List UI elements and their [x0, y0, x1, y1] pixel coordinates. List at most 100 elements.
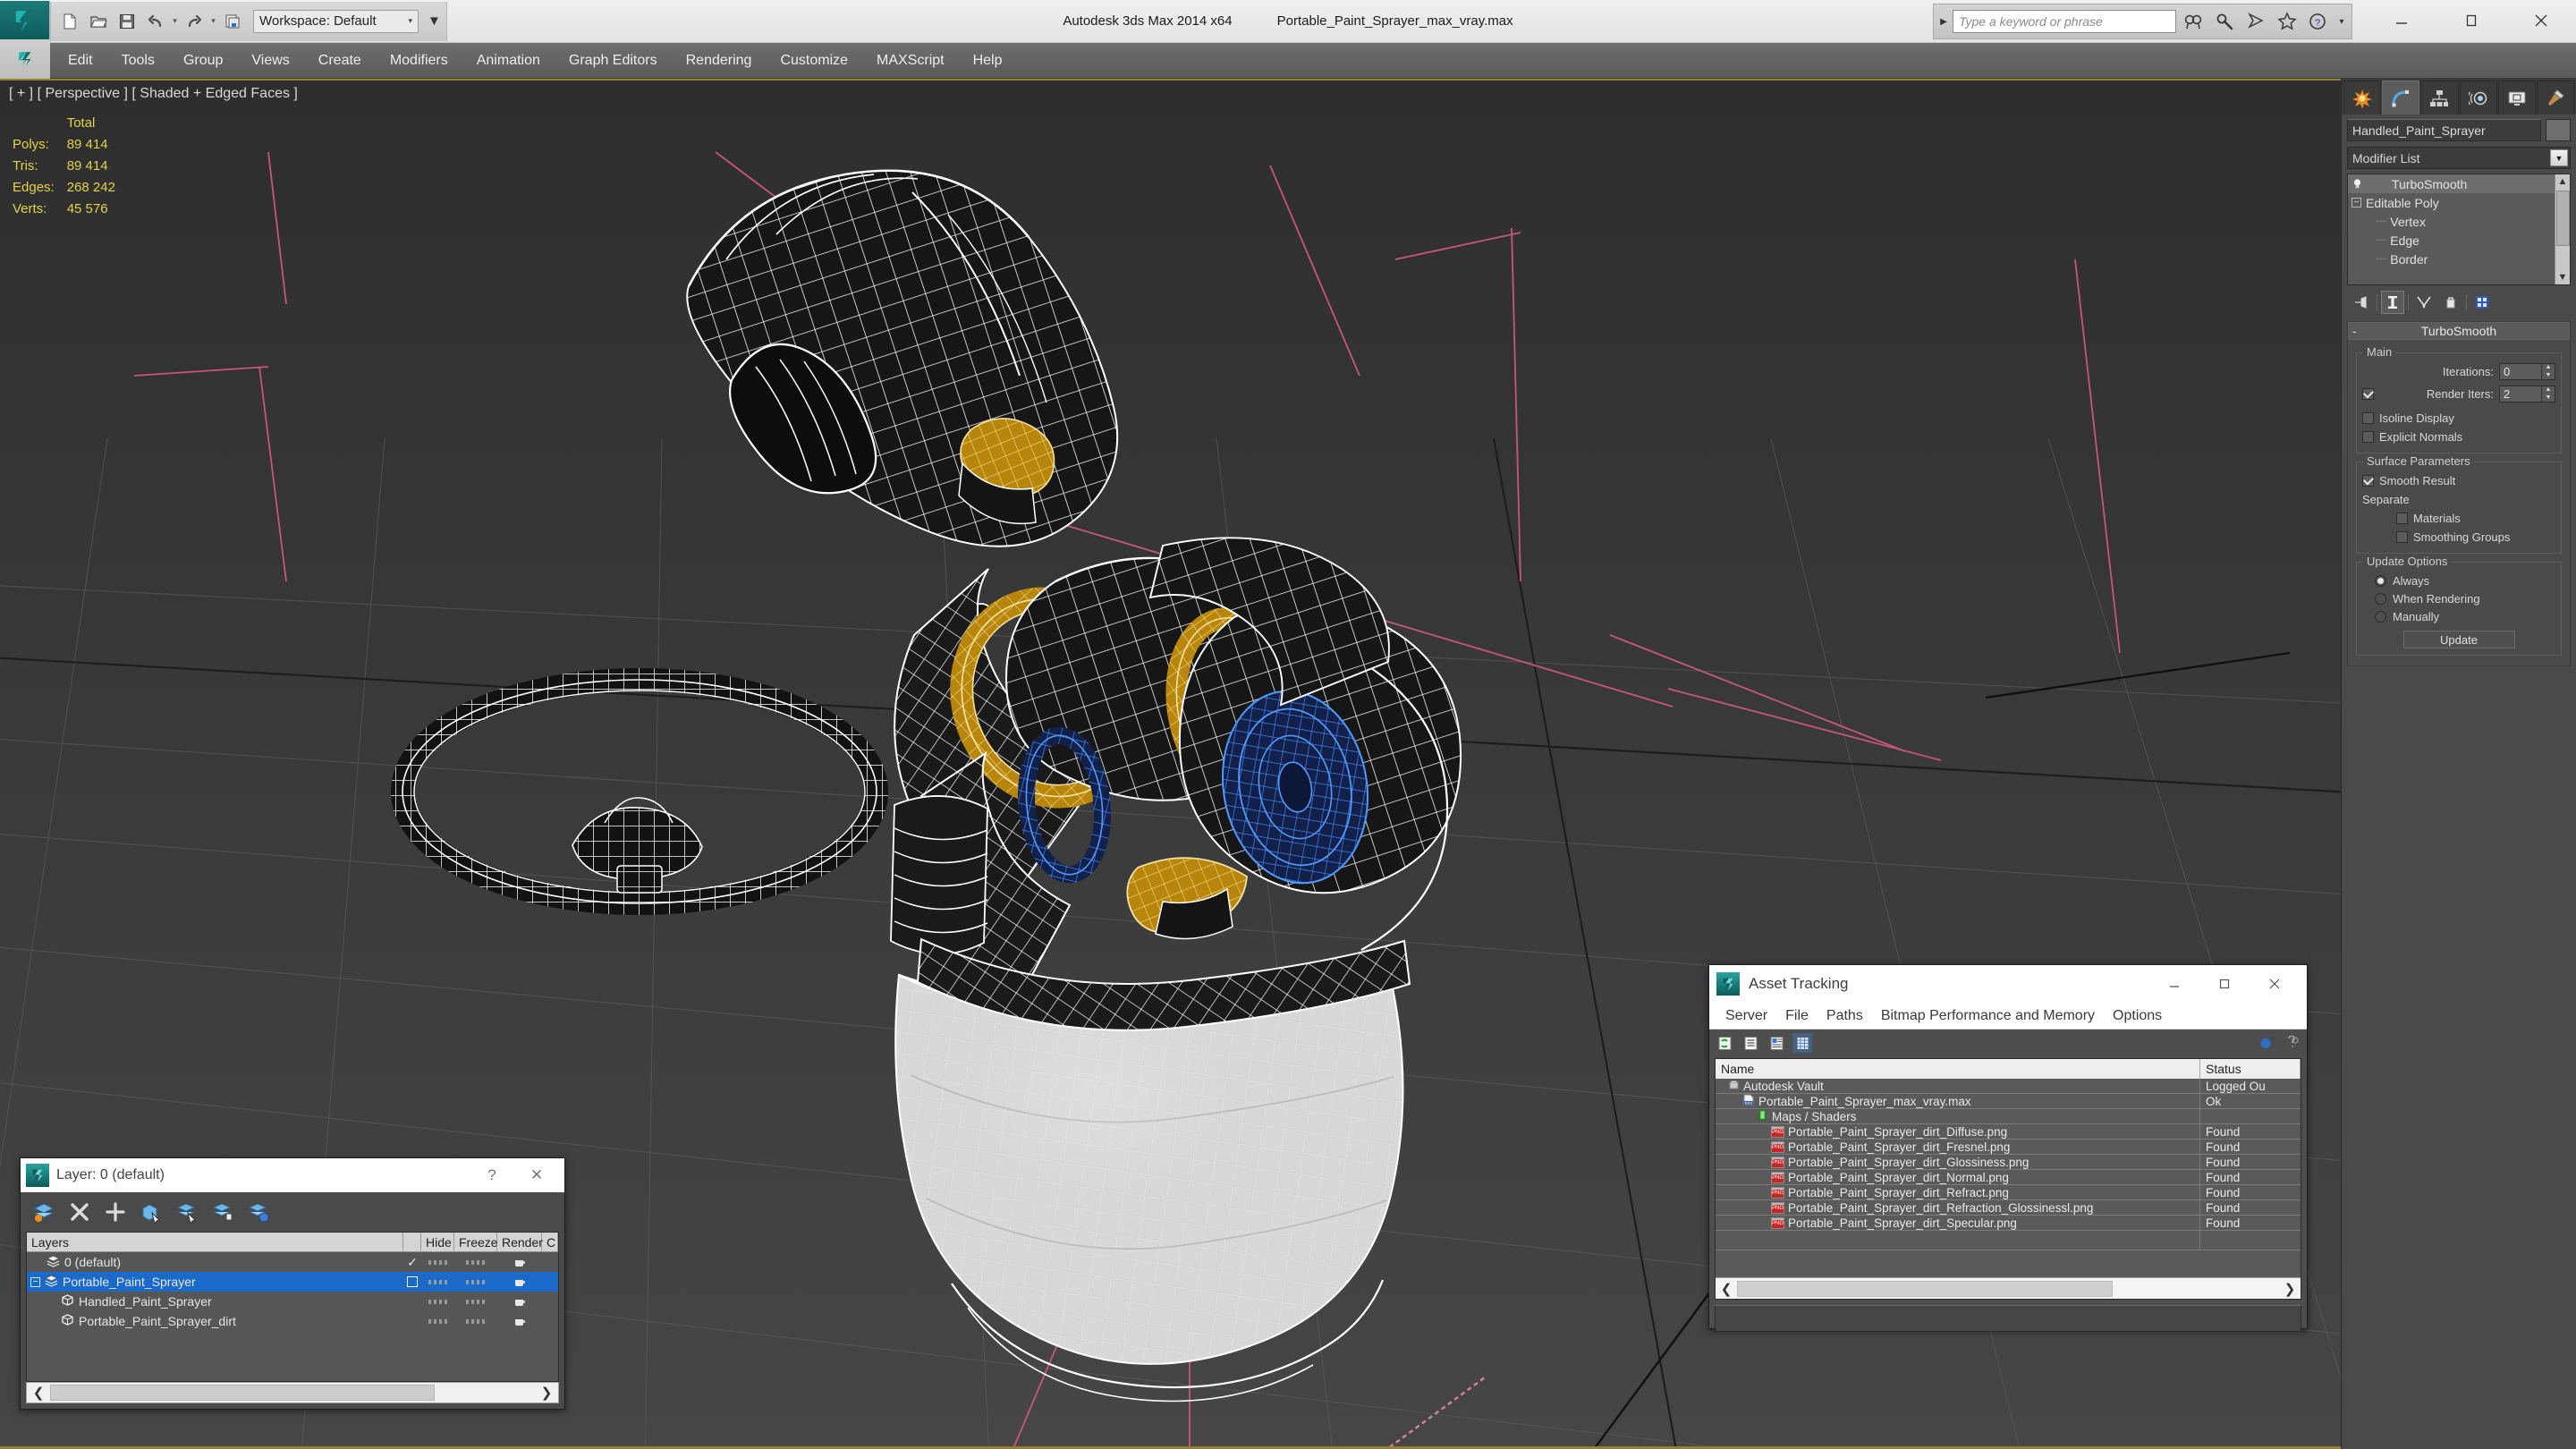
asset-horizontal-scrollbar[interactable]: ❮ ❯ — [1716, 1277, 2301, 1299]
update-always-row[interactable]: Always — [2362, 572, 2555, 589]
separate-smoothing-groups-row[interactable]: Smoothing Groups — [2362, 528, 2555, 547]
scroll-right-icon[interactable]: ❯ — [535, 1385, 558, 1401]
modifier-stack-item-vertex[interactable]: ┈┈ Vertex — [2348, 212, 2555, 231]
show-end-result-icon[interactable] — [2381, 291, 2404, 314]
search-input[interactable]: Type a keyword or phrase — [1953, 10, 2176, 33]
scroll-left-icon[interactable]: ❮ — [27, 1385, 50, 1401]
create-new-layer-icon[interactable] — [30, 1198, 58, 1226]
display-tab[interactable] — [2498, 80, 2536, 114]
detail-view-icon[interactable] — [1767, 1033, 1786, 1053]
motion-tab[interactable] — [2460, 80, 2497, 114]
separate-materials-row[interactable]: Materials — [2362, 509, 2555, 528]
modify-tab[interactable] — [2382, 80, 2419, 114]
maximize-icon[interactable] — [2199, 966, 2250, 1002]
undo-icon[interactable] — [142, 8, 169, 35]
layer-hide-toggle[interactable] — [421, 1260, 454, 1265]
select-objects-in-layer-icon[interactable] — [137, 1198, 165, 1226]
asset-row-fresnel[interactable]: Portable_Paint_Sprayer_dirt_Fresnel.png … — [1716, 1140, 2301, 1155]
layer-row-portable-paint-sprayer-dirt[interactable]: Portable_Paint_Sprayer_dirt — [27, 1311, 558, 1331]
menu-item-edit[interactable]: Edit — [54, 43, 107, 79]
layer-render-toggle[interactable] — [497, 1256, 542, 1268]
rollout-collapse-icon[interactable]: - — [2352, 324, 2357, 338]
layer-row-0-default[interactable]: 0 (default) ✓ — [27, 1252, 558, 1272]
modifier-stack[interactable]: TurboSmooth − Editable Poly ┈┈ Vertex ┈┈… — [2347, 174, 2571, 285]
app-logo-button[interactable] — [0, 1, 50, 42]
update-always-radio[interactable] — [2375, 575, 2386, 587]
layer-freeze-toggle[interactable] — [454, 1280, 497, 1284]
iterations-value[interactable]: 0 — [2499, 363, 2542, 380]
separate-materials-checkbox[interactable] — [2396, 513, 2408, 524]
menu-item-animation[interactable]: Animation — [462, 43, 555, 79]
grid-view-icon[interactable] — [1792, 1033, 1812, 1053]
update-when-rendering-radio[interactable] — [2375, 593, 2386, 605]
hierarchy-tab[interactable] — [2420, 80, 2458, 114]
layer-list[interactable]: Layers Hide Freeze Render C 0 (default) … — [26, 1232, 559, 1382]
asset-tracking-grid[interactable]: Name Status Autodesk Vault Logged Ou MAX… — [1715, 1058, 2301, 1300]
comm-center-icon[interactable] — [2241, 8, 2270, 35]
help-dropdown-icon[interactable]: ▾ — [2335, 17, 2348, 27]
render-iters-spinner[interactable]: 2 ▲▼ — [2499, 386, 2555, 402]
save-icon[interactable] — [114, 8, 140, 35]
layer-dialog[interactable]: Layer: 0 (default) ? ✕ Layers — [20, 1157, 565, 1410]
menu-item-create[interactable]: Create — [304, 43, 376, 79]
scrollbar-thumb[interactable] — [1737, 1281, 2113, 1297]
redo-dropdown-icon[interactable]: ▾ — [209, 8, 217, 35]
scrollbar-thumb[interactable] — [2556, 191, 2570, 246]
render-iters-checkbox[interactable] — [2362, 388, 2374, 400]
asset-tracking-titlebar[interactable]: Asset Tracking — [1709, 965, 2307, 1003]
asset-row-maps-shaders[interactable]: Maps / Shaders — [1716, 1109, 2301, 1124]
workspace-selector[interactable]: Workspace: Default ▾ — [253, 10, 419, 33]
favorites-icon[interactable] — [2273, 8, 2301, 35]
pin-stack-icon[interactable] — [2350, 291, 2373, 314]
layer-dialog-titlebar[interactable]: Layer: 0 (default) ? ✕ — [21, 1158, 564, 1192]
asset-row-refraction-glossiness[interactable]: Portable_Paint_Sprayer_dirt_Refraction_G… — [1716, 1200, 2301, 1216]
open-icon[interactable] — [85, 8, 112, 35]
isoline-display-checkbox[interactable] — [2362, 412, 2374, 424]
scrollbar-thumb[interactable] — [50, 1385, 435, 1401]
menu-item-help[interactable]: Help — [959, 43, 1017, 79]
modifier-stack-item-border[interactable]: ┈┈ Border — [2348, 250, 2555, 268]
whats-this-icon[interactable] — [2282, 1033, 2301, 1053]
asset-row-glossiness[interactable]: Portable_Paint_Sprayer_dirt_Glossiness.p… — [1716, 1155, 2301, 1170]
update-manually-row[interactable]: Manually — [2362, 607, 2555, 625]
modifier-stack-scrollbar[interactable]: ▲ ▼ — [2555, 174, 2570, 284]
menu-item-maxscript[interactable]: MAXScript — [862, 43, 959, 79]
smooth-result-row[interactable]: Smooth Result — [2362, 471, 2555, 490]
layer-hide-toggle[interactable] — [421, 1319, 454, 1324]
utilities-tab[interactable] — [2537, 80, 2574, 114]
spinner-arrows-icon[interactable]: ▲▼ — [2542, 363, 2555, 380]
help-button[interactable]: ? — [470, 1159, 514, 1191]
chevron-down-icon[interactable]: ▼ — [2550, 149, 2568, 166]
configure-modifier-sets-icon[interactable] — [2470, 291, 2494, 314]
close-icon[interactable] — [2506, 0, 2576, 41]
scroll-up-icon[interactable]: ▲ — [2558, 174, 2568, 189]
layer-hide-toggle[interactable] — [421, 1300, 454, 1304]
at-menu-bitmap-performance-and-memory[interactable]: Bitmap Performance and Memory — [1872, 1003, 2104, 1030]
help-icon[interactable]: ? — [2257, 1033, 2276, 1053]
asset-row-max-file[interactable]: MAX Portable_Paint_Sprayer_max_vray.max … — [1716, 1094, 2301, 1109]
menu-item-views[interactable]: Views — [237, 43, 303, 79]
asset-row-diffuse[interactable]: Portable_Paint_Sprayer_dirt_Diffuse.png … — [1716, 1124, 2301, 1140]
menu-item-customize[interactable]: Customize — [766, 43, 862, 79]
layer-freeze-toggle[interactable] — [454, 1260, 497, 1265]
asset-tracking-dialog[interactable]: Asset Tracking Server File Paths Bitmap … — [1708, 964, 2308, 1329]
layer-horizontal-scrollbar[interactable]: ❮ ❯ — [26, 1382, 559, 1403]
redo-icon[interactable] — [181, 8, 208, 35]
layer-freeze-toggle[interactable] — [454, 1300, 497, 1304]
minimize-icon[interactable] — [2149, 966, 2199, 1002]
lightbulb-icon[interactable] — [2351, 178, 2363, 190]
infocenter-expand-icon[interactable]: ▶ — [1937, 17, 1950, 27]
undo-dropdown-icon[interactable]: ▾ — [171, 8, 179, 35]
spinner-arrows-icon[interactable]: ▲▼ — [2542, 386, 2555, 402]
close-icon[interactable] — [2250, 966, 2300, 1002]
update-button[interactable]: Update — [2403, 631, 2515, 648]
rollout-header[interactable]: - TurboSmooth — [2348, 322, 2570, 340]
create-tab[interactable] — [2343, 80, 2381, 114]
remove-modifier-icon[interactable] — [2439, 291, 2462, 314]
at-menu-paths[interactable]: Paths — [1818, 1003, 1872, 1030]
menu-item-tools[interactable]: Tools — [107, 43, 169, 79]
modifier-stack-item-turbosmooth[interactable]: TurboSmooth — [2348, 174, 2555, 193]
iterations-spinner[interactable]: 0 ▲▼ — [2499, 363, 2555, 380]
help-icon[interactable]: ? — [2304, 8, 2333, 35]
layer-row-portable-paint-sprayer[interactable]: − Portable_Paint_Sprayer — [27, 1272, 558, 1292]
